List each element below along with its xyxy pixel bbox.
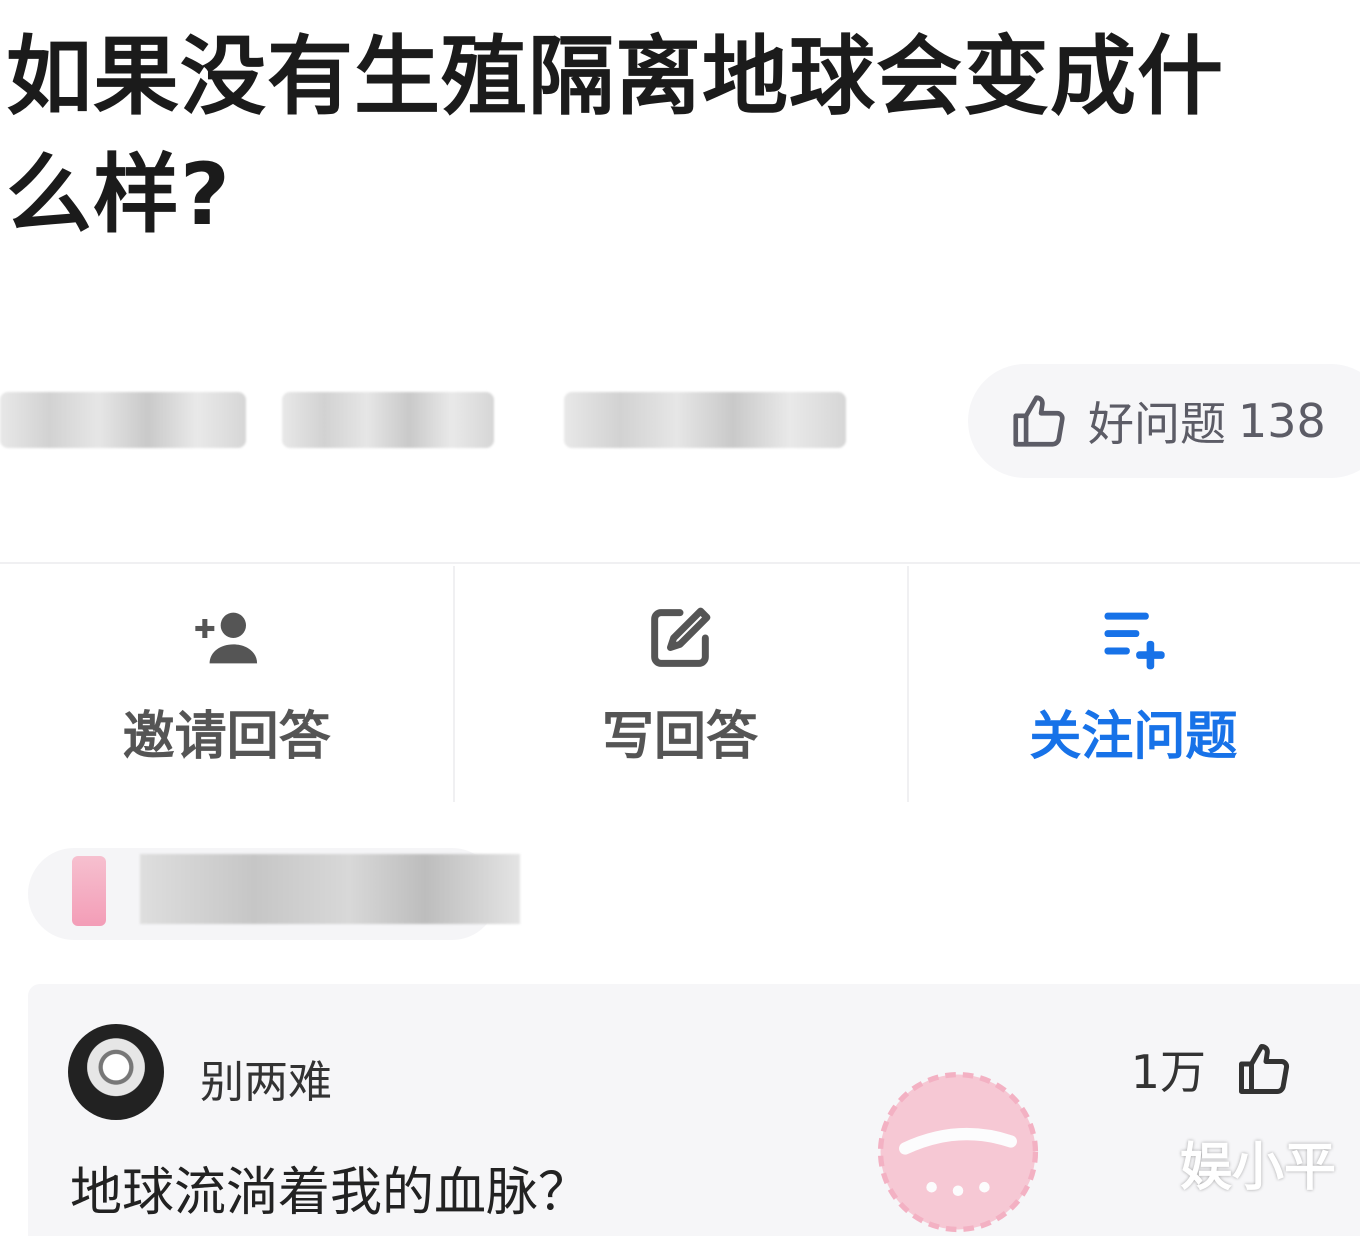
invite-answer-button[interactable]: 邀请回答 xyxy=(0,566,453,802)
tag-color-block xyxy=(72,856,106,926)
watermark: 娱小平 xyxy=(1179,1138,1336,1198)
thumbs-up-icon xyxy=(1239,1044,1290,1095)
divider xyxy=(0,562,1360,564)
follow-list-icon xyxy=(1104,612,1165,669)
follow-question-button[interactable]: 关注问题 xyxy=(906,566,1360,802)
thumbs-up-icon xyxy=(1013,395,1065,447)
question-title: 如果没有生殖隔离地球会变成什么样? xyxy=(6,27,1224,245)
answer-text: 地球流淌着我的血脉？ xyxy=(70,1163,591,1223)
like-count: 1万 xyxy=(1130,1045,1206,1099)
blurred-tag xyxy=(28,848,520,940)
follow-question-label: 关注问题 xyxy=(1029,706,1238,767)
answer-card[interactable]: 别两难 1万 地球流淌着我的血脉？ xyxy=(28,984,1360,1236)
edit-icon xyxy=(651,607,711,667)
tag-blurred-text xyxy=(140,854,520,924)
god-review-stamp-icon xyxy=(877,1071,1039,1233)
invite-answer-label: 邀请回答 xyxy=(122,706,331,767)
blurred-topics xyxy=(0,392,860,448)
good-question-count: 138 xyxy=(1238,394,1326,448)
add-person-icon xyxy=(194,612,257,663)
write-answer-button[interactable]: 写回答 xyxy=(453,566,906,802)
action-bar: 邀请回答 写回答 关注问题 xyxy=(0,566,1360,802)
good-question-button[interactable]: 好问题 138 xyxy=(968,364,1360,478)
author-name[interactable]: 别两难 xyxy=(200,1046,332,1110)
good-question-label: 好问题 xyxy=(1088,397,1226,451)
avatar[interactable] xyxy=(68,1024,164,1120)
write-answer-label: 写回答 xyxy=(601,706,758,767)
answer-like-button[interactable]: 1万 xyxy=(1131,1036,1294,1102)
